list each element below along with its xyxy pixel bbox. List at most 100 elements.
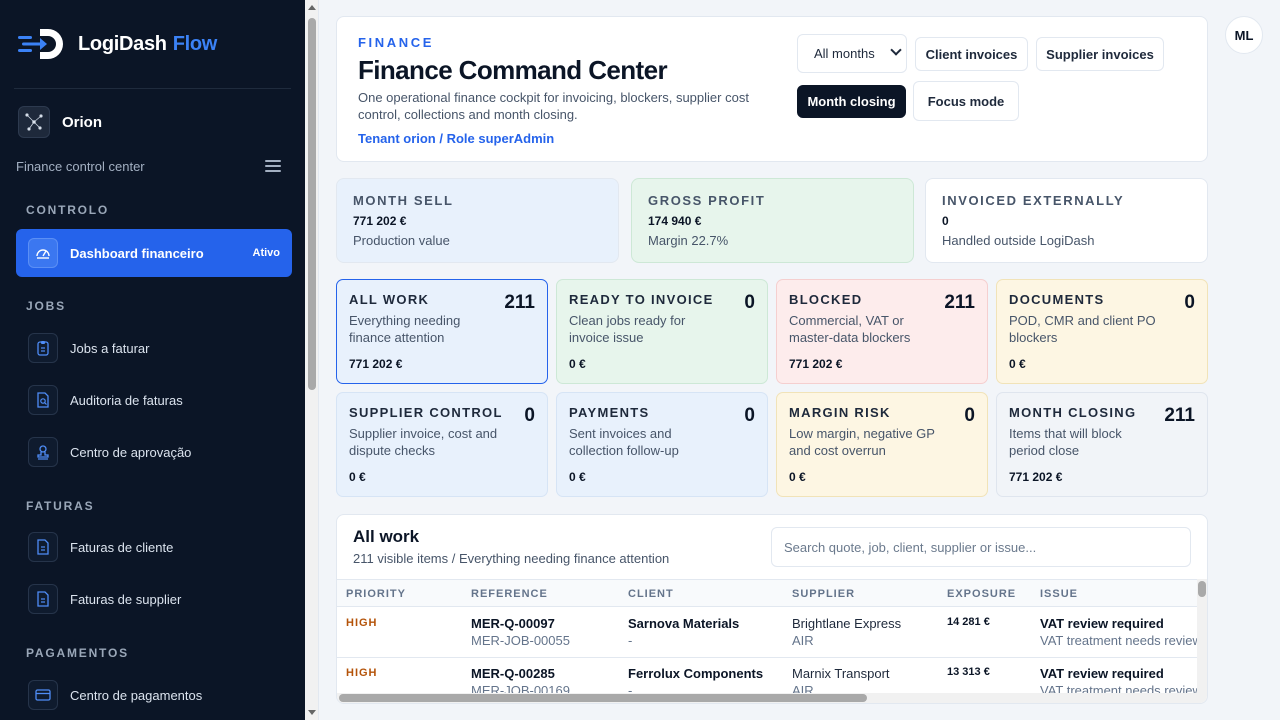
tile-description: Commercial, VAT or master-data blockers [789, 313, 911, 345]
tile-description: Sent invoices and collection follow-up [569, 426, 679, 458]
supplier-invoices-button[interactable]: Supplier invoices [1036, 37, 1164, 71]
stat-gross-profit: GROSS PROFIT 174 940 € Margin 22.7% [631, 178, 914, 263]
tile-description: Items that will block period close [1009, 426, 1122, 458]
stat-value: 771 202 € [353, 214, 407, 228]
month-closing-button[interactable]: Month closing [797, 85, 906, 118]
tenant-subtitle: Finance control center [16, 159, 145, 174]
table-subtitle: 211 visible items / Everything needing f… [353, 551, 670, 566]
scroll-up-arrow-icon[interactable] [308, 5, 316, 10]
stat-value: 174 940 € [648, 214, 702, 228]
column-header-exposure[interactable]: EXPOSURE [947, 588, 1016, 600]
column-header-issue[interactable]: ISSUE [1040, 588, 1078, 600]
tile-all-work[interactable]: ALL WORK 211 Everything needing finance … [336, 279, 548, 384]
work-table-card: All work 211 visible items / Everything … [336, 514, 1208, 704]
tile-label: READY TO INVOICE [569, 292, 714, 307]
tile-count: 0 [1184, 292, 1195, 313]
sidebar-item-label: Faturas de cliente [70, 539, 174, 555]
client-invoices-button[interactable]: Client invoices [915, 37, 1028, 71]
table-title: All work [353, 527, 420, 546]
scrollbar-thumb[interactable] [339, 694, 867, 702]
page-scrollbar[interactable] [305, 0, 319, 720]
divider [14, 88, 291, 89]
tile-description: Supplier invoice, cost and dispute check… [349, 426, 498, 458]
user-avatar[interactable]: ML [1225, 16, 1263, 54]
scrollbar-thumb[interactable] [1198, 581, 1206, 597]
credit-card-icon [28, 680, 58, 710]
tile-blocked[interactable]: BLOCKED 211 Commercial, VAT or master-da… [776, 279, 988, 384]
column-header-reference[interactable]: REFERENCE [471, 588, 548, 600]
focus-mode-button[interactable]: Focus mode [913, 81, 1019, 121]
stat-invoiced-externally: INVOICED EXTERNALLY 0 Handled outside Lo… [925, 178, 1208, 263]
sidebar-item-label: Jobs a faturar [70, 340, 150, 356]
sidebar-item-jobs-a-faturar[interactable]: Jobs a faturar [16, 324, 292, 372]
column-header-supplier[interactable]: SUPPLIER [792, 588, 855, 600]
table-row[interactable]: HIGH MER-Q-00097 MER-JOB-00055 Sarnova M… [337, 608, 1199, 658]
chevron-down-icon [890, 44, 902, 56]
job-reference: MER-JOB-00055 [471, 633, 570, 648]
quote-reference: MER-Q-00285 [471, 666, 555, 681]
transport-mode: AIR [792, 633, 814, 648]
tile-amount: 771 202 € [1009, 470, 1063, 484]
sidebar-item-dashboard-financeiro[interactable]: Dashboard financeiro Ativo [16, 229, 292, 277]
tile-label: SUPPLIER CONTROL [349, 405, 503, 420]
client-name: Ferrolux Components [628, 666, 764, 681]
sidebar-item-centro-de-aprovacao[interactable]: Centro de aprovação [16, 428, 292, 476]
sidebar-item-faturas-de-cliente[interactable]: Faturas de cliente [16, 523, 292, 571]
tile-count: 211 [1164, 405, 1195, 426]
invoice-icon [28, 532, 58, 562]
stat-subtitle: Production value [353, 233, 450, 248]
sidebar-item-auditoria-de-faturas[interactable]: Auditoria de faturas [16, 376, 292, 424]
tenant-switcher[interactable]: Orion [18, 106, 102, 138]
table-vertical-scrollbar[interactable] [1197, 579, 1207, 695]
tile-supplier-control[interactable]: SUPPLIER CONTROL 0 Supplier invoice, cos… [336, 392, 548, 497]
stat-value: 0 [942, 214, 949, 228]
stat-label: MONTH SELL [353, 193, 454, 208]
brand[interactable]: LogiDash Flow [18, 26, 217, 62]
tenant-name: Orion [62, 113, 102, 131]
tile-count: 0 [524, 405, 535, 426]
logidash-logo-icon [18, 29, 63, 59]
issue-title: VAT review required [1040, 616, 1164, 631]
constellation-icon [18, 106, 50, 138]
invoice-icon [28, 584, 58, 614]
search-input[interactable] [771, 527, 1191, 567]
section-title-pagamentos: PAGAMENTOS [26, 646, 129, 660]
tile-count: 211 [504, 292, 535, 313]
tile-payments[interactable]: PAYMENTS 0 Sent invoices and collection … [556, 392, 768, 497]
clipboard-icon [28, 333, 58, 363]
table-header: PRIORITY REFERENCE CLIENT SUPPLIER EXPOS… [337, 579, 1207, 607]
tile-count: 0 [964, 405, 975, 426]
column-header-priority[interactable]: PRIORITY [346, 588, 406, 600]
month-select[interactable]: All months [797, 34, 907, 73]
client-detail: - [628, 633, 633, 648]
section-title-faturas: FATURAS [26, 499, 95, 513]
sidebar-item-faturas-de-supplier[interactable]: Faturas de supplier [16, 575, 292, 623]
tile-ready-to-invoice[interactable]: READY TO INVOICE 0 Clean jobs ready for … [556, 279, 768, 384]
table-horizontal-scrollbar[interactable] [337, 693, 1207, 703]
tile-amount: 0 € [569, 357, 586, 371]
priority-badge: HIGH [346, 667, 378, 679]
tile-count: 0 [744, 292, 755, 313]
sidebar-item-label: Centro de pagamentos [70, 687, 203, 703]
scroll-down-arrow-icon[interactable] [308, 710, 316, 715]
tile-amount: 771 202 € [349, 357, 403, 371]
supplier-name: Brightlane Express [792, 616, 902, 631]
sidebar-item-label: Centro de aprovação [70, 444, 192, 460]
stat-label: INVOICED EXTERNALLY [942, 193, 1125, 208]
brand-suffix: Flow [172, 32, 218, 55]
sidebar-item-centro-de-pagamentos[interactable]: Centro de pagamentos [16, 671, 292, 719]
sidebar-item-label: Dashboard financeiro [70, 245, 204, 261]
column-header-client[interactable]: CLIENT [628, 588, 674, 600]
stat-subtitle: Margin 22.7% [648, 233, 729, 248]
scrollbar-thumb[interactable] [308, 18, 316, 390]
tenant-role-link[interactable]: Tenant orion / Role superAdmin [358, 131, 554, 146]
tile-documents[interactable]: DOCUMENTS 0 POD, CMR and client PO block… [996, 279, 1208, 384]
tile-amount: 0 € [349, 470, 366, 484]
tile-month-closing[interactable]: MONTH CLOSING 211 Items that will block … [996, 392, 1208, 497]
exposure-value: 14 281 € [947, 616, 990, 628]
tile-margin-risk[interactable]: MARGIN RISK 0 Low margin, negative GP an… [776, 392, 988, 497]
hamburger-menu-icon[interactable] [265, 160, 281, 172]
active-badge: Ativo [252, 247, 281, 259]
stat-subtitle: Handled outside LogiDash [942, 233, 1095, 248]
brand-name: LogiDash Flow [78, 32, 218, 55]
